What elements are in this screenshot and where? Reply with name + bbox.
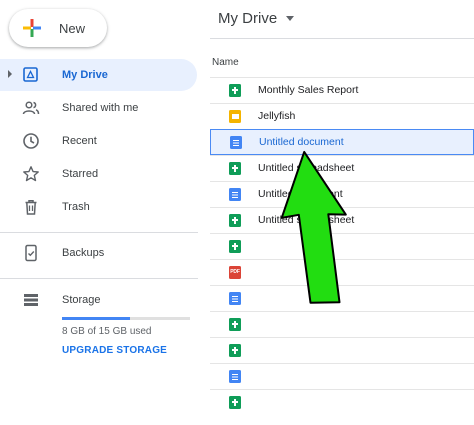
file-name: Jellyfish <box>258 110 296 122</box>
sidebar-item-trash[interactable]: Trash <box>0 191 198 223</box>
upgrade-storage-link[interactable]: UPGRADE STORAGE <box>62 345 167 356</box>
plus-icon <box>23 19 41 37</box>
people-icon <box>22 99 40 117</box>
header-divider <box>210 38 474 39</box>
file-name: Monthly Sales Report <box>258 84 359 96</box>
my-drive-icon <box>22 66 40 84</box>
storage-progress-fill <box>62 317 131 320</box>
sidebar-item-label: Backups <box>62 247 105 259</box>
docs-icon <box>230 136 242 149</box>
file-name: Untitled document <box>258 188 343 200</box>
file-row[interactable]: Untitled document <box>210 181 474 207</box>
sidebar-divider <box>0 232 198 233</box>
docs-icon <box>229 188 241 201</box>
sheets-icon <box>229 214 241 227</box>
expand-caret-icon[interactable] <box>8 70 12 78</box>
file-row[interactable] <box>210 233 474 259</box>
sheets-icon <box>229 162 241 175</box>
file-row[interactable] <box>210 311 474 337</box>
phone-icon <box>22 244 40 262</box>
sidebar-item-label: Shared with me <box>62 102 139 114</box>
sidebar-item-recent[interactable]: Recent <box>0 125 198 157</box>
storage-used-text: 8 GB of 15 GB used <box>62 326 152 337</box>
new-button-label: New <box>59 20 86 36</box>
file-row[interactable]: PDF <box>210 259 474 285</box>
new-button[interactable]: New <box>9 9 107 47</box>
sheets-icon <box>229 84 241 97</box>
file-name: Untitled spreadsheet <box>258 162 355 174</box>
sidebar-item-my-drive[interactable]: My Drive <box>0 59 197 91</box>
sidebar-item-label: Starred <box>62 168 99 180</box>
storage-progress-bar <box>62 317 190 320</box>
sidebar-item-storage[interactable]: Storage <box>0 284 198 316</box>
sheets-icon <box>229 344 241 357</box>
file-name: Untitled document <box>259 136 344 148</box>
page-title-text: My Drive <box>218 10 278 27</box>
file-row[interactable] <box>210 285 474 311</box>
docs-icon <box>229 370 241 383</box>
file-row[interactable] <box>210 363 474 389</box>
sidebar-divider <box>0 278 198 279</box>
file-name: Untitled spreadsheet <box>258 214 355 226</box>
page-title[interactable]: My Drive <box>218 10 295 27</box>
slides-icon <box>229 110 241 123</box>
star-icon <box>22 165 40 183</box>
file-row[interactable] <box>210 389 474 415</box>
sidebar-item-label: Trash <box>62 201 90 213</box>
storage-icon <box>22 291 40 309</box>
sidebar-item-label: Storage <box>62 294 101 306</box>
column-header-name[interactable]: Name <box>212 57 239 68</box>
clock-icon <box>22 132 40 150</box>
chevron-down-icon <box>286 16 295 21</box>
sheets-icon <box>229 318 241 331</box>
docs-icon <box>229 292 241 305</box>
file-row[interactable]: Untitled spreadsheet <box>210 207 474 233</box>
sidebar-item-shared[interactable]: Shared with me <box>0 92 198 124</box>
file-row[interactable]: Untitled spreadsheet <box>210 155 474 181</box>
sheets-icon <box>229 240 241 253</box>
trash-icon <box>22 198 40 216</box>
file-row[interactable] <box>210 337 474 363</box>
file-row[interactable]: Untitled document <box>210 129 474 155</box>
file-row[interactable]: Monthly Sales Report <box>210 77 474 103</box>
sidebar-item-starred[interactable]: Starred <box>0 158 198 190</box>
sidebar-item-label: Recent <box>62 135 97 147</box>
file-row[interactable]: Jellyfish <box>210 103 474 129</box>
sheets-icon <box>229 396 241 409</box>
sidebar-item-backups[interactable]: Backups <box>0 237 198 269</box>
pdf-icon: PDF <box>229 266 241 279</box>
sidebar-item-label: My Drive <box>62 69 108 81</box>
